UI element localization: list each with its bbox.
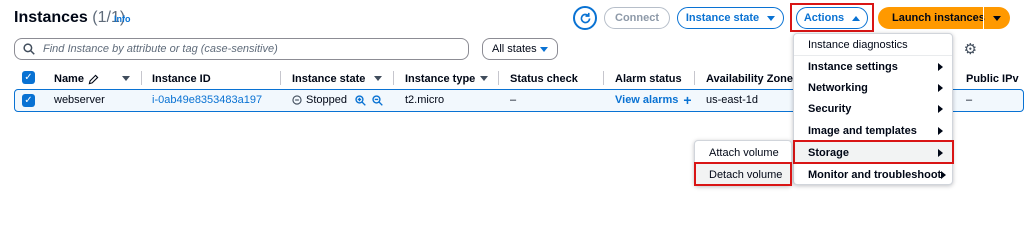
column-status-check[interactable]: Status check xyxy=(510,70,578,88)
gear-icon[interactable]: ⚙ xyxy=(964,40,977,58)
column-divider xyxy=(393,71,394,85)
launch-label: Launch instances xyxy=(892,12,985,24)
instance-state-button[interactable]: Instance state xyxy=(677,7,784,29)
select-all-checkbox[interactable]: ✓ xyxy=(22,71,35,84)
connect-label: Connect xyxy=(615,12,659,24)
menu-item-label: Security xyxy=(808,102,852,115)
caret-down-icon xyxy=(767,15,776,21)
menu-item-image-and-templates[interactable]: Image and templates xyxy=(794,120,952,141)
public-ip-value: – xyxy=(966,94,973,106)
column-instance-type[interactable]: Instance type xyxy=(405,70,475,88)
view-alarms-link[interactable]: View alarms xyxy=(615,94,678,106)
column-name[interactable]: Name xyxy=(54,70,99,88)
menu-item-label: Instance settings xyxy=(808,60,898,73)
menu-item-attach-volume[interactable]: Attach volume xyxy=(695,142,791,163)
caret-right-icon xyxy=(938,104,943,113)
menu-item-instance-settings[interactable]: Instance settings xyxy=(794,56,952,77)
column-alarm-status[interactable]: Alarm status xyxy=(615,70,682,88)
search-box[interactable] xyxy=(14,38,469,60)
zoom-out-icon[interactable] xyxy=(372,94,383,106)
caret-right-icon xyxy=(941,170,947,179)
menu-item-monitor-and-troubleshoot[interactable]: Monitor and troubleshoot xyxy=(794,164,952,185)
caret-right-icon xyxy=(938,62,943,71)
column-instance-id[interactable]: Instance ID xyxy=(152,70,211,88)
zoom-in-icon[interactable] xyxy=(355,94,366,106)
instance-name: webserver xyxy=(54,94,105,106)
states-filter-label: All states xyxy=(492,43,537,55)
column-divider xyxy=(694,71,695,85)
alarm-status-cell[interactable]: View alarms + xyxy=(615,93,692,107)
instance-type-value: t2.micro xyxy=(405,94,445,106)
menu-item-label: Instance diagnostics xyxy=(808,38,908,51)
menu-item-label: Image and templates xyxy=(808,124,917,137)
stopped-icon xyxy=(292,95,302,105)
column-divider xyxy=(498,71,499,85)
search-icon xyxy=(23,43,35,55)
caret-down-icon xyxy=(540,46,548,52)
actions-highlight xyxy=(790,3,874,32)
availability-zone-value: us-east-1d xyxy=(706,94,758,106)
column-name-label: Name xyxy=(54,73,84,85)
page-title-text: Instances xyxy=(14,9,88,26)
menu-item-label: Monitor and troubleshoot xyxy=(808,168,942,181)
launch-instances-button[interactable]: Launch instances xyxy=(878,7,1010,29)
status-check-value: – xyxy=(510,94,517,106)
connect-button[interactable]: Connect xyxy=(604,7,670,29)
storage-highlight xyxy=(793,140,954,164)
menu-item-security[interactable]: Security xyxy=(794,98,952,119)
instance-id-link[interactable]: i-0ab49e8353483a197 xyxy=(152,94,262,106)
plus-icon[interactable]: + xyxy=(683,93,691,107)
caret-down-icon xyxy=(993,15,1001,21)
search-input[interactable] xyxy=(43,43,463,55)
instance-state-cell: Stopped xyxy=(292,94,383,106)
instance-state-text: Stopped xyxy=(306,94,347,106)
column-public-ip[interactable]: Public IPv xyxy=(966,70,1019,88)
sort-icon[interactable] xyxy=(480,76,488,81)
pencil-icon xyxy=(88,74,99,84)
column-divider xyxy=(141,71,142,85)
caret-right-icon xyxy=(938,126,943,135)
caret-right-icon xyxy=(938,83,943,92)
sort-icon[interactable] xyxy=(122,76,130,81)
sort-icon[interactable] xyxy=(374,76,382,81)
column-divider xyxy=(603,71,604,85)
menu-item-instance-diagnostics[interactable]: Instance diagnostics xyxy=(794,34,952,55)
refresh-button[interactable] xyxy=(573,6,597,30)
column-divider xyxy=(280,71,281,85)
menu-item-networking[interactable]: Networking xyxy=(794,77,952,98)
column-instance-state[interactable]: Instance state xyxy=(292,70,365,88)
refresh-icon xyxy=(580,12,590,23)
row-checkbox[interactable]: ✓ xyxy=(22,94,35,107)
column-availability-zone[interactable]: Availability Zone xyxy=(706,70,793,88)
page-title: Instances (1/1) xyxy=(14,9,125,27)
launch-dropdown-button[interactable] xyxy=(983,7,1010,29)
menu-item-label: Networking xyxy=(808,81,868,94)
menu-item-label: Attach volume xyxy=(709,146,779,159)
detach-volume-highlight xyxy=(694,162,792,186)
instance-state-label: Instance state xyxy=(685,12,760,24)
states-filter[interactable]: All states xyxy=(482,38,558,60)
info-link[interactable]: Info xyxy=(114,14,131,24)
